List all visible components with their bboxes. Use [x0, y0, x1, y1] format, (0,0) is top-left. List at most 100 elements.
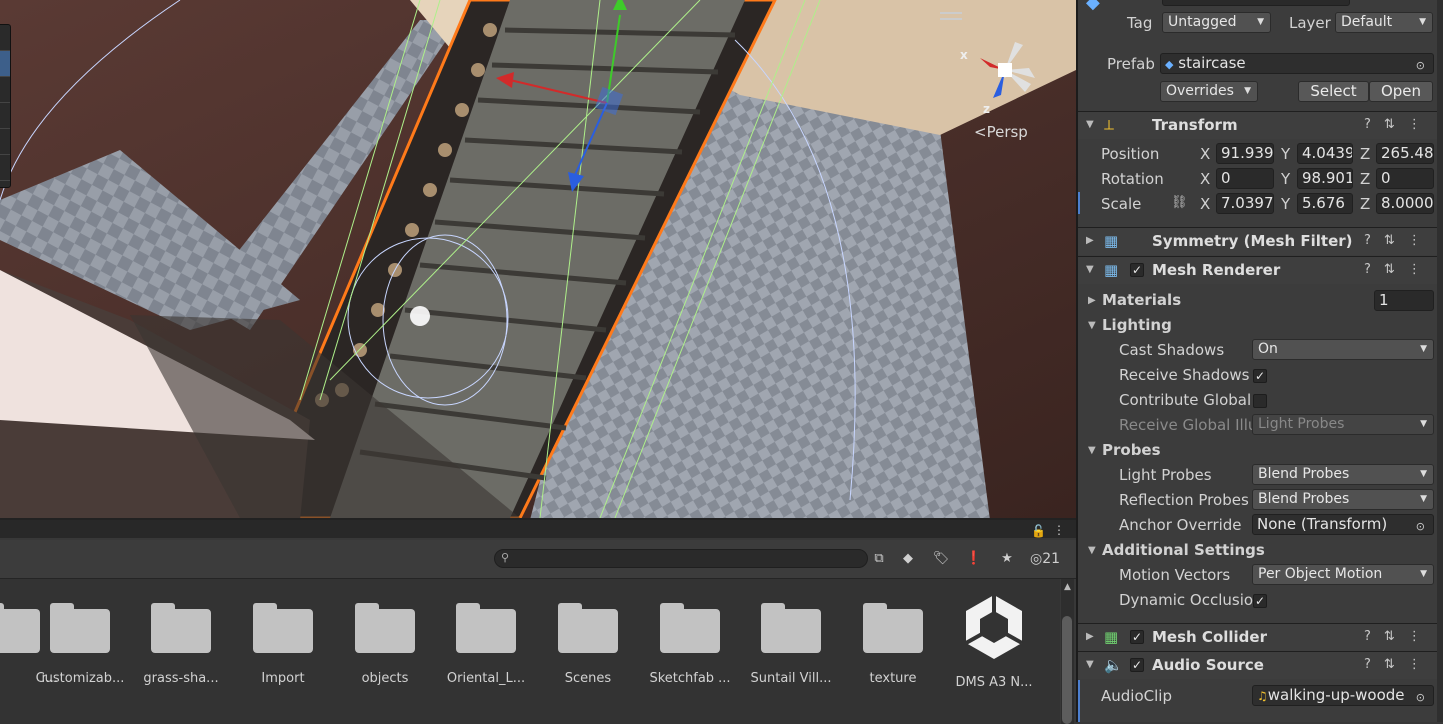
rotation-y-field[interactable]: 98.901 — [1297, 168, 1353, 189]
scale-z-field[interactable]: 8.0000 — [1376, 193, 1434, 214]
component-header-icons[interactable]: ?⇅⋮ — [1364, 233, 1434, 248]
asset-folder[interactable]: texture — [843, 603, 943, 686]
asset-folder[interactable]: Sketchfab ... — [640, 603, 740, 686]
foldout-arrow-icon[interactable]: ▶ — [1086, 235, 1094, 246]
help-icon[interactable]: ? — [1364, 233, 1384, 248]
prefab-select-button[interactable]: Select — [1298, 81, 1369, 102]
overrides-dropdown[interactable]: Overrides ▼ — [1160, 81, 1258, 102]
project-search-input[interactable] — [517, 551, 857, 566]
asset-folder[interactable]: Suntail Vill... — [741, 603, 841, 686]
component-header-icons[interactable]: ?⇅⋮ — [1364, 262, 1434, 277]
foldout-arrow-icon[interactable]: ▼ — [1088, 445, 1096, 456]
gizmo-z-axis-label[interactable]: z — [983, 102, 990, 116]
rotation-x-field[interactable]: 0 — [1216, 168, 1274, 189]
scale-x-field[interactable]: 7.0397 — [1216, 193, 1274, 214]
asset-folder[interactable]: Oriental_L... — [436, 603, 536, 686]
audio-source-header[interactable]: ▼ 🔈 ✓ Audio Source ?⇅⋮ — [1078, 651, 1443, 679]
motion-vectors-dropdown[interactable]: Per Object Motion ▼ — [1252, 564, 1434, 585]
asset-package[interactable]: DMS A3 N... — [944, 593, 1044, 690]
probes-section-label[interactable]: Probes — [1102, 441, 1161, 459]
tool-button[interactable] — [0, 155, 10, 181]
component-enabled-checkbox[interactable]: ✓ — [1130, 658, 1144, 672]
gizmo-x-axis-label[interactable]: x — [960, 48, 968, 62]
object-picker-icon[interactable]: ⊙ — [1416, 688, 1425, 705]
position-x-field[interactable]: 91.939 — [1216, 143, 1274, 164]
help-icon[interactable]: ? — [1364, 657, 1384, 672]
position-y-field[interactable]: 4.0439 — [1297, 143, 1353, 164]
type-filter-icon[interactable]: ◆ — [897, 549, 919, 569]
scene-tools-overlay[interactable] — [0, 24, 11, 188]
mesh-filter-header[interactable]: ▶ ▦ Symmetry (Mesh Filter) ?⇅⋮ — [1078, 227, 1443, 255]
scene-viewport-render[interactable] — [0, 0, 1076, 518]
tool-button[interactable] — [0, 129, 10, 155]
component-header-icons[interactable]: ?⇅⋮ — [1364, 657, 1434, 672]
favorite-star-icon[interactable]: ★ — [996, 549, 1018, 569]
component-menu-icon[interactable]: ⋮ — [1408, 117, 1434, 132]
help-icon[interactable]: ? — [1364, 629, 1384, 644]
materials-count-field[interactable]: 1 — [1374, 290, 1434, 311]
layer-dropdown[interactable]: Default ▼ — [1335, 12, 1433, 33]
scene-search-icon[interactable]: ⧉ — [868, 549, 890, 569]
scene-overlay-menu-icon[interactable] — [940, 12, 962, 20]
asset-folder[interactable]: objects — [335, 603, 435, 686]
help-icon[interactable]: ? — [1364, 262, 1384, 277]
component-enabled-checkbox[interactable]: ✓ — [1130, 263, 1144, 277]
help-icon[interactable]: ? — [1364, 117, 1384, 132]
asset-folder[interactable]: Import — [233, 603, 333, 686]
component-menu-icon[interactable]: ⋮ — [1408, 262, 1434, 277]
object-picker-icon[interactable]: ⊙ — [1416, 517, 1425, 534]
light-probes-dropdown[interactable]: Blend Probes ▼ — [1252, 464, 1434, 485]
foldout-arrow-icon[interactable]: ▼ — [1086, 119, 1094, 130]
prefab-open-button[interactable]: Open — [1369, 81, 1433, 102]
scrollbar-thumb[interactable] — [1062, 616, 1072, 724]
component-enabled-checkbox[interactable]: ✓ — [1130, 630, 1144, 644]
foldout-arrow-icon[interactable]: ▼ — [1086, 264, 1094, 275]
component-header-icons[interactable]: ?⇅⋮ — [1364, 117, 1434, 132]
scale-y-field[interactable]: 5.676 — [1297, 193, 1353, 214]
camera-projection-toggle[interactable]: <Persp — [974, 123, 1028, 141]
panel-menu-icon[interactable]: ⋮ — [1053, 523, 1065, 537]
foldout-arrow-icon[interactable]: ▼ — [1086, 659, 1094, 670]
lock-icon[interactable]: 🔓 — [1031, 524, 1046, 538]
object-picker-icon[interactable]: ⊙ — [1416, 56, 1425, 73]
tool-button-active[interactable] — [0, 51, 10, 77]
anchor-override-field[interactable]: None (Transform) ⊙ — [1252, 514, 1434, 535]
component-menu-icon[interactable]: ⋮ — [1408, 233, 1434, 248]
prefab-asset-field[interactable]: ◆ staircase ⊙ — [1160, 53, 1434, 74]
transform-header[interactable]: ▼ ⟂ Transform ?⇅⋮ — [1078, 111, 1443, 139]
presets-icon[interactable]: ⇅ — [1384, 629, 1408, 644]
foldout-arrow-icon[interactable]: ▼ — [1088, 545, 1096, 556]
mesh-renderer-header[interactable]: ▼ ▦ ✓ Mesh Renderer ?⇅⋮ — [1078, 256, 1443, 284]
gameobject-name-field[interactable] — [1162, 0, 1350, 6]
receive-shadows-checkbox[interactable]: ✓ — [1253, 369, 1267, 383]
reflection-probes-dropdown[interactable]: Blend Probes ▼ — [1252, 489, 1434, 510]
presets-icon[interactable]: ⇅ — [1384, 657, 1408, 672]
tool-button[interactable] — [0, 77, 10, 103]
constrain-proportions-icon[interactable]: ⛓ — [1171, 195, 1188, 210]
presets-icon[interactable]: ⇅ — [1384, 233, 1408, 248]
asset-folder[interactable]: Customizab... — [30, 603, 130, 686]
foldout-arrow-icon[interactable]: ▼ — [1088, 320, 1096, 331]
asset-folder[interactable]: Scenes — [538, 603, 638, 686]
component-menu-icon[interactable]: ⋮ — [1408, 629, 1434, 644]
contribute-gi-checkbox[interactable] — [1253, 394, 1267, 408]
tool-button[interactable] — [0, 25, 10, 51]
tool-button[interactable] — [0, 103, 10, 129]
materials-label[interactable]: Materials — [1102, 291, 1181, 309]
rotation-z-field[interactable]: 0 — [1376, 168, 1434, 189]
dynamic-occlusion-checkbox[interactable]: ✓ — [1253, 594, 1267, 608]
component-header-icons[interactable]: ?⇅⋮ — [1364, 629, 1434, 644]
cast-shadows-dropdown[interactable]: On ▼ — [1252, 339, 1434, 360]
asset-folder[interactable]: grass-sha... — [131, 603, 231, 686]
foldout-arrow-icon[interactable]: ▶ — [1088, 295, 1096, 306]
component-menu-icon[interactable]: ⋮ — [1408, 657, 1434, 672]
scene-view[interactable]: x z <Persp — [0, 0, 1076, 518]
tag-dropdown[interactable]: Untagged ▼ — [1162, 12, 1271, 33]
foldout-arrow-icon[interactable]: ▶ — [1086, 631, 1094, 642]
presets-icon[interactable]: ⇅ — [1384, 117, 1408, 132]
hidden-packages-toggle[interactable]: ◎21 — [1030, 549, 1060, 569]
position-z-field[interactable]: 265.48 — [1376, 143, 1434, 164]
project-search[interactable]: ⚲ — [494, 549, 868, 568]
audioclip-field[interactable]: ♫walking-up-woode ⊙ — [1252, 685, 1434, 706]
lighting-section-label[interactable]: Lighting — [1102, 316, 1172, 334]
